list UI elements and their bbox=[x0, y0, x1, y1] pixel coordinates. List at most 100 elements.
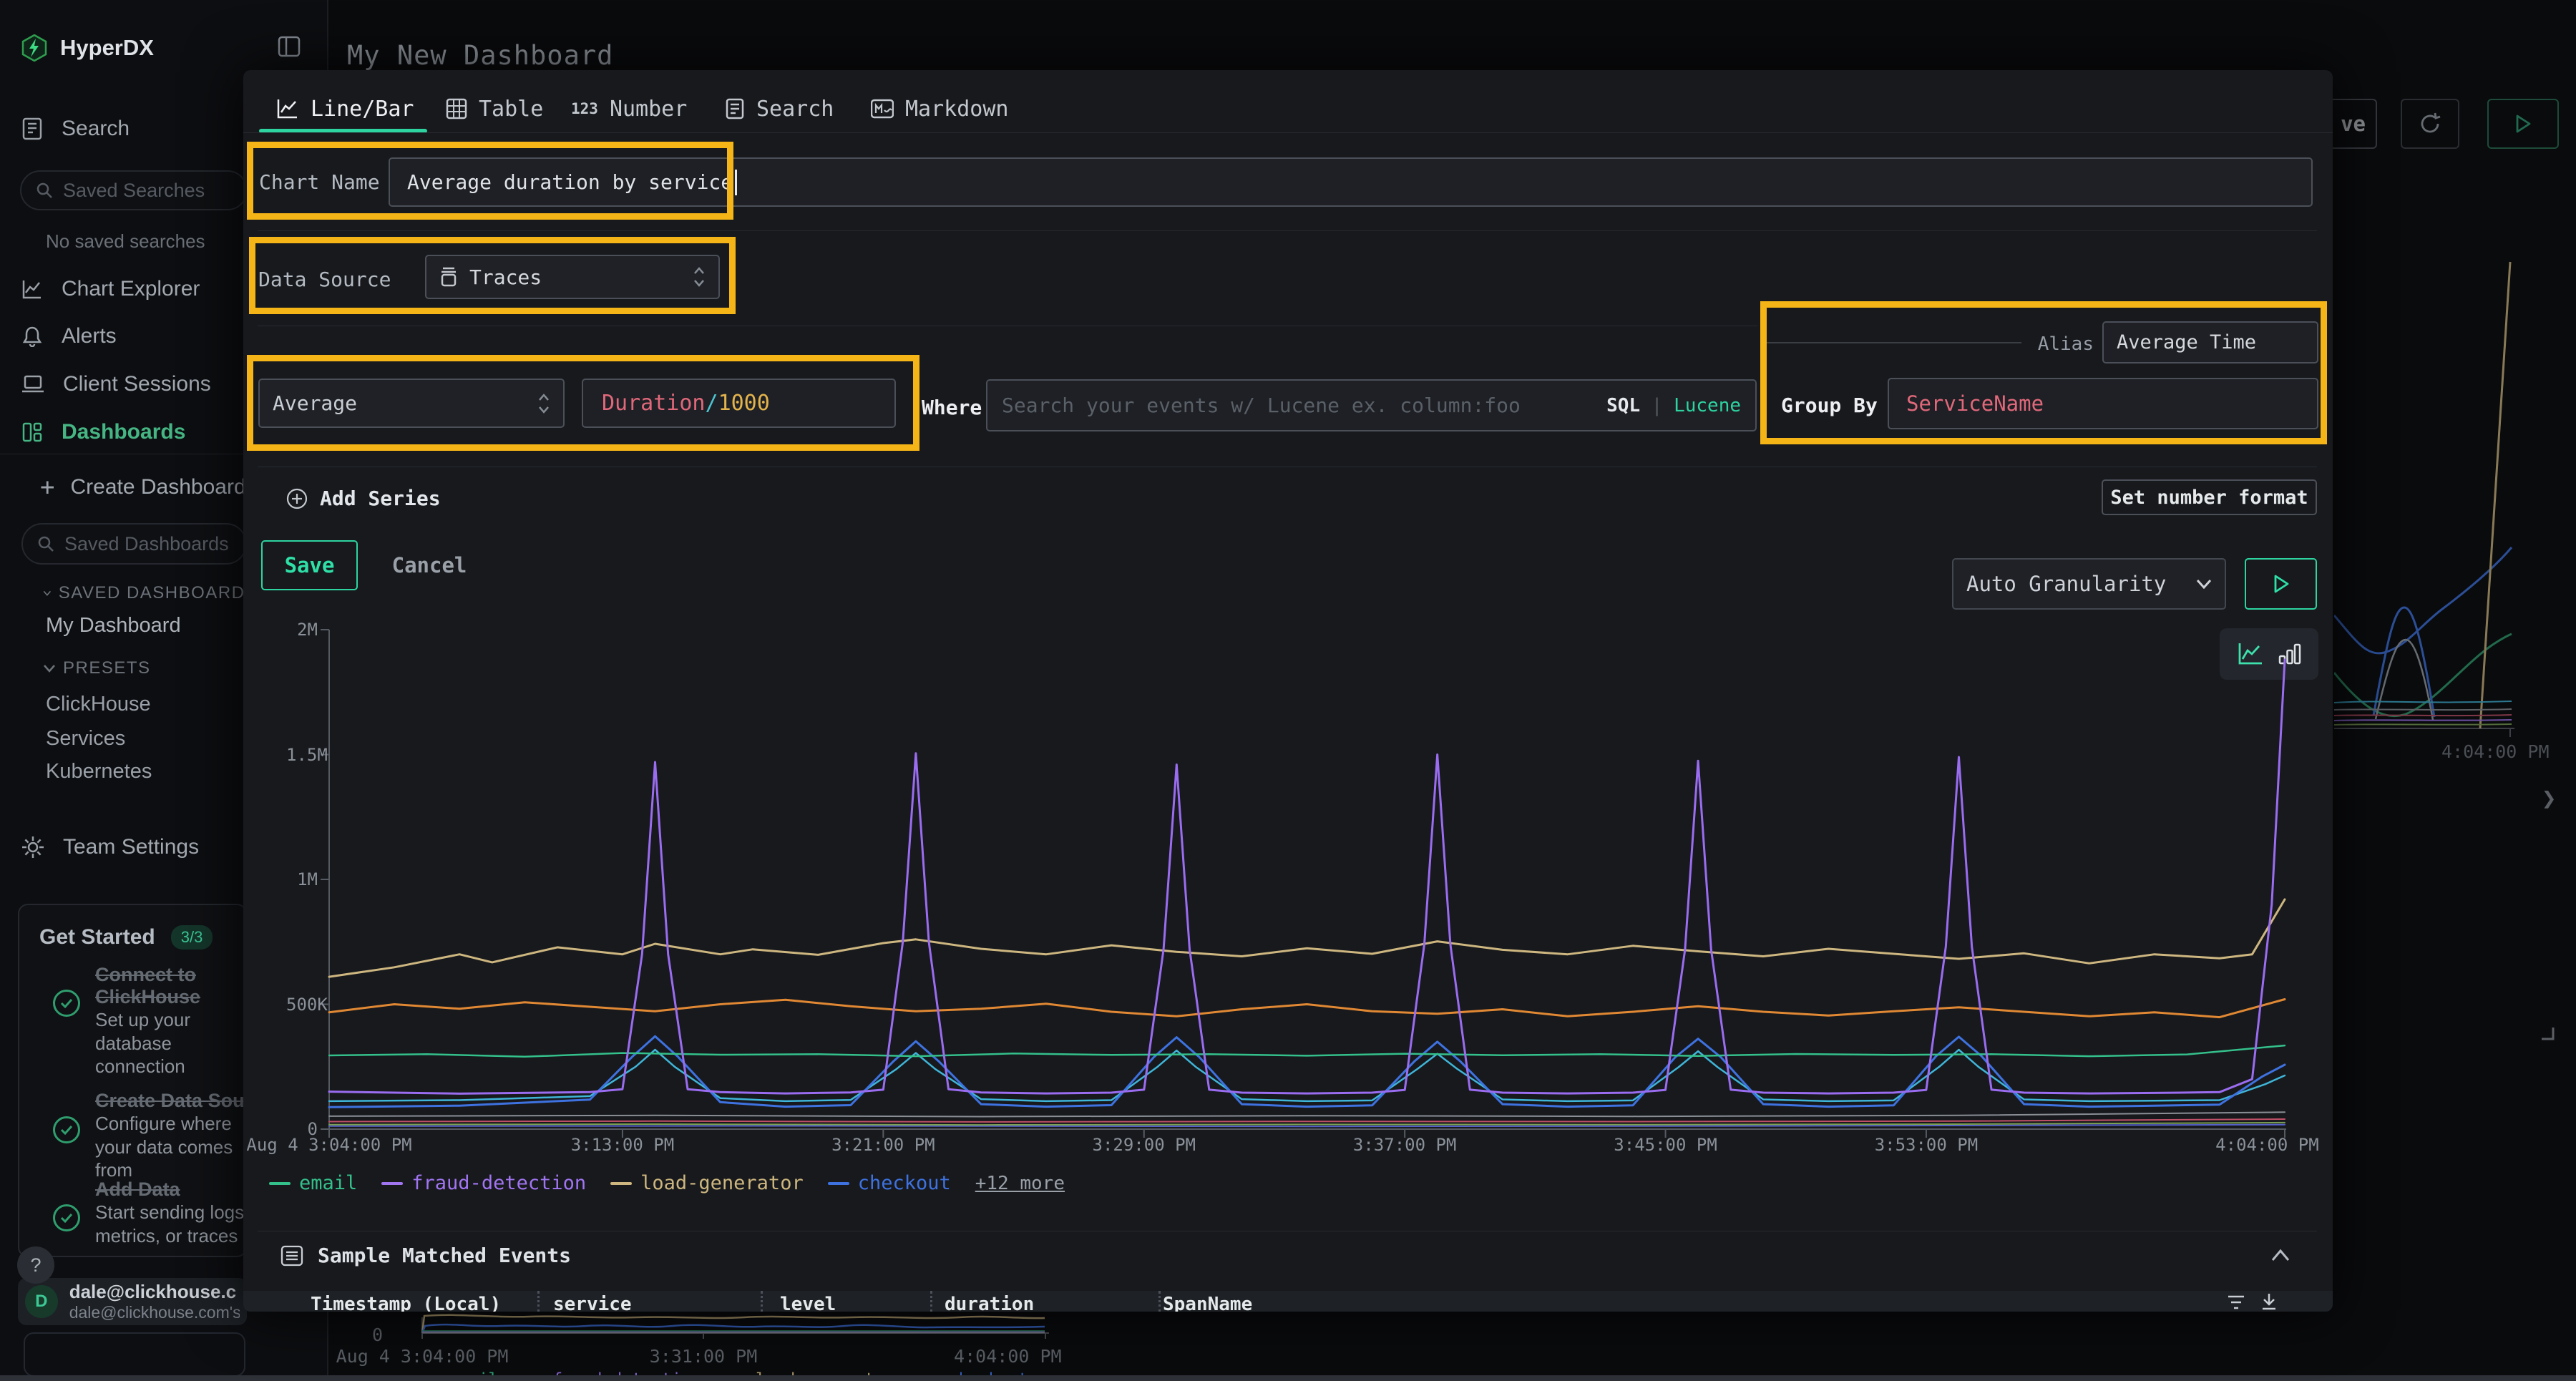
y-tick-label: 1M bbox=[286, 869, 318, 889]
x-tick-label: 4:04:00 PM bbox=[2215, 1135, 2319, 1155]
saved-dashboards-header: SAVED DASHBOARDS bbox=[59, 583, 258, 603]
column-header-timestamp[interactable]: Timestamp (Local) bbox=[311, 1294, 501, 1312]
get-started-item-desc: Configure where your data comes from bbox=[95, 1112, 261, 1182]
where-input[interactable]: Search your events w/ Lucene ex. column:… bbox=[986, 379, 1757, 431]
legend-item-fraud-detection[interactable]: fraud-detection bbox=[381, 1172, 586, 1194]
sidebar-item-team-settings[interactable]: Team Settings bbox=[21, 833, 199, 862]
tab-table[interactable]: Table bbox=[446, 93, 543, 125]
chart-series-load-generator bbox=[329, 899, 2285, 977]
get-started-badge: 3/3 bbox=[171, 925, 213, 950]
data-source-select[interactable]: Traces bbox=[425, 255, 720, 299]
column-header-spanname[interactable]: SpanName bbox=[1163, 1294, 1252, 1312]
x-tick-label: 3:37:00 PM bbox=[1353, 1135, 1457, 1155]
add-series-button[interactable]: Add Series bbox=[286, 487, 441, 510]
x-tick-label: 3:21:00 PM bbox=[831, 1135, 935, 1155]
run-query-button[interactable] bbox=[2245, 558, 2317, 610]
sidebar-item-label: Dashboards bbox=[62, 420, 185, 444]
sidebar-item-dashboards[interactable]: Dashboards bbox=[21, 418, 185, 446]
save-button[interactable]: Save bbox=[261, 540, 358, 590]
create-dashboard-button[interactable]: + Create Dashboard bbox=[40, 475, 246, 499]
chart-series-checkout bbox=[329, 1036, 2285, 1107]
x-tick-label: 3:45:00 PM bbox=[1614, 1135, 1717, 1155]
sidebar-item-alerts[interactable]: Alerts bbox=[21, 322, 117, 351]
saved-dashboards-input[interactable]: Saved Dashboards bbox=[21, 523, 247, 565]
chart-series bbox=[329, 1000, 2285, 1018]
refresh-button[interactable] bbox=[2401, 99, 2459, 149]
sql-toggle[interactable]: SQL bbox=[1606, 395, 1640, 416]
legend-swatch bbox=[828, 1182, 849, 1185]
set-number-format-button[interactable]: Set number format bbox=[2102, 479, 2317, 515]
column-header-service[interactable]: service bbox=[553, 1294, 632, 1312]
brand[interactable]: HyperDX bbox=[21, 34, 154, 62]
get-started-item-title[interactable]: Add Data bbox=[95, 1179, 261, 1201]
check-icon bbox=[53, 990, 80, 1017]
saved-dashboards-section[interactable]: SAVED DASHBOARDS bbox=[43, 583, 258, 603]
group-by-input[interactable]: ServiceName bbox=[1888, 378, 2318, 429]
hyperdx-logo-icon bbox=[21, 34, 47, 62]
chart-legend: email fraud-detection load-generator che… bbox=[269, 1172, 1065, 1194]
background-axis-label: 4:04:00 PM bbox=[2441, 741, 2550, 762]
column-header-level[interactable]: level bbox=[780, 1294, 836, 1312]
plus-icon: + bbox=[40, 475, 54, 499]
sidebar-item-label: Search bbox=[62, 117, 130, 141]
alias-input[interactable]: Average Time bbox=[2102, 321, 2318, 363]
legend-label: fraud-detection bbox=[411, 1172, 586, 1194]
play-dashboard-button[interactable] bbox=[2487, 99, 2559, 149]
tab-number[interactable]: 123 Number bbox=[571, 93, 687, 125]
field-expression-input[interactable]: Duration/1000 bbox=[582, 379, 896, 428]
granularity-select[interactable]: Auto Granularity bbox=[1952, 558, 2226, 610]
legend-item-email[interactable]: email bbox=[269, 1172, 357, 1194]
sidebar-item-kubernetes[interactable]: Kubernetes bbox=[46, 760, 152, 784]
help-button[interactable]: ? bbox=[17, 1246, 54, 1284]
panel-expand-chevron-icon[interactable]: ❯ bbox=[2542, 784, 2556, 813]
cancel-button[interactable]: Cancel bbox=[386, 540, 472, 590]
sidebar-item-chart-explorer[interactable]: Chart Explorer bbox=[21, 275, 200, 303]
chart-name-input[interactable]: Average duration by service bbox=[389, 157, 2313, 207]
page-title: My New Dashboard bbox=[347, 40, 613, 71]
tab-label: Search bbox=[756, 97, 834, 122]
data-source-value: Traces bbox=[469, 265, 681, 289]
chart-series bbox=[329, 1123, 2285, 1125]
select-chevrons-icon bbox=[693, 266, 706, 288]
chart-series-email bbox=[329, 1045, 2285, 1057]
background-xtick: 4:04:00 PM bbox=[954, 1346, 1062, 1367]
sidebar-item-clickhouse[interactable]: ClickHouse bbox=[46, 693, 151, 716]
sidebar-item-client-sessions[interactable]: Client Sessions bbox=[21, 370, 211, 399]
background-chart bbox=[2334, 236, 2576, 748]
alias-value: Average Time bbox=[2104, 331, 2256, 353]
x-tick-label: 3:29:00 PM bbox=[1093, 1135, 1196, 1155]
legend-item-load-generator[interactable]: load-generator bbox=[610, 1172, 804, 1194]
laptop-icon bbox=[21, 374, 44, 394]
sidebar-item-search[interactable]: Search bbox=[21, 114, 130, 143]
field-token: 1000 bbox=[718, 391, 770, 416]
collapse-section-chevron-icon[interactable] bbox=[2270, 1248, 2290, 1262]
legend-item-checkout[interactable]: checkout bbox=[828, 1172, 951, 1194]
saved-searches-input[interactable]: Saved Searches bbox=[20, 170, 248, 210]
filter-icon[interactable] bbox=[2227, 1294, 2245, 1311]
tab-search[interactable]: Search bbox=[725, 93, 834, 125]
aggregation-select[interactable]: Average bbox=[258, 379, 565, 428]
user-menu[interactable]: D dale@clickhouse.c dale@clickhouse.com'… bbox=[18, 1278, 247, 1325]
legend-swatch bbox=[381, 1182, 403, 1185]
legend-more-link[interactable]: +12 more bbox=[975, 1173, 1065, 1194]
get-started-item-title[interactable]: Connect to ClickHouse bbox=[95, 964, 238, 1008]
lucene-toggle[interactable]: Lucene bbox=[1674, 395, 1741, 416]
column-header-duration[interactable]: duration bbox=[945, 1294, 1034, 1312]
main-chart[interactable]: 2M1.5M1M500K0 Aug 4 3:04:00 PM3:13:00 PM… bbox=[286, 623, 2326, 1166]
get-started-item-desc: Start sending logs, metrics, or traces bbox=[95, 1201, 261, 1247]
chart-series-fraud-detection bbox=[329, 660, 2285, 1094]
presets-section[interactable]: PRESETS bbox=[43, 658, 151, 678]
tab-markdown[interactable]: Markdown bbox=[871, 93, 1009, 125]
tab-label: Markdown bbox=[905, 97, 1009, 122]
tab-line-bar[interactable]: Line/Bar bbox=[276, 93, 414, 125]
sidebar-collapse-icon[interactable] bbox=[278, 36, 301, 57]
y-tick-label: 1.5M bbox=[286, 745, 318, 765]
database-icon bbox=[439, 266, 458, 288]
legend-swatch bbox=[269, 1182, 291, 1185]
sidebar-item-my-dashboard[interactable]: My Dashboard bbox=[46, 614, 181, 638]
download-icon[interactable] bbox=[2260, 1292, 2278, 1311]
group-by-value: ServiceName bbox=[1889, 391, 2044, 416]
line-chart-icon bbox=[276, 98, 299, 119]
sidebar-item-services[interactable]: Services bbox=[46, 727, 125, 751]
resize-handle-icon[interactable] bbox=[2537, 1023, 2556, 1042]
